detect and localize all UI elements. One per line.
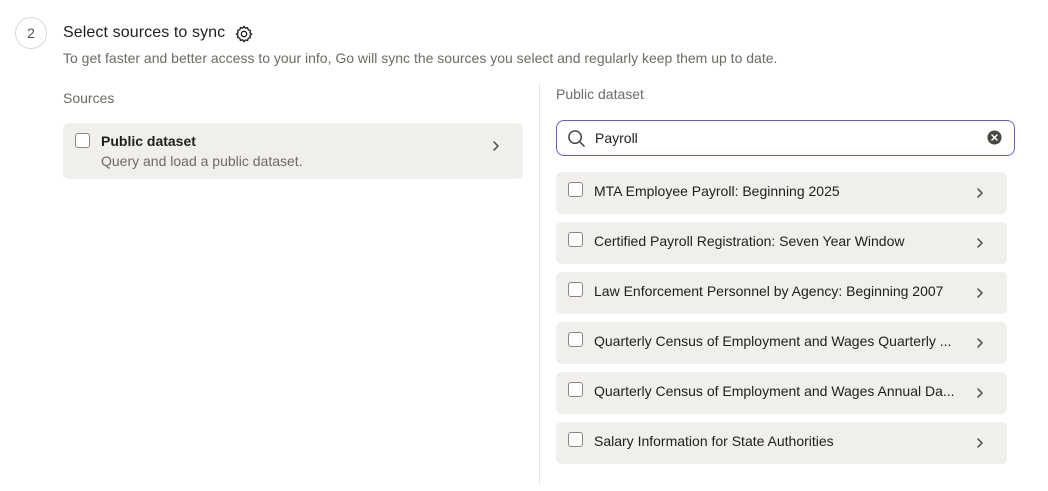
step-description: To get faster and better access to your … [63,50,778,66]
chevron-right-icon[interactable] [975,187,985,199]
chevron-right-icon[interactable] [975,287,985,299]
dataset-panel-label: Public dataset [556,86,644,102]
result-label: Law Enforcement Personnel by Agency: Beg… [594,283,944,299]
result-checkbox[interactable] [568,332,583,347]
source-item-public-dataset[interactable]: Public dataset Query and load a public d… [63,123,523,179]
list-item[interactable]: Law Enforcement Personnel by Agency: Beg… [556,272,1007,314]
sources-label: Sources [63,90,115,106]
chevron-right-icon[interactable] [491,140,501,152]
step-header: Select sources to sync [63,22,254,44]
chevron-right-icon[interactable] [975,237,985,249]
search-icon [567,129,586,153]
list-item[interactable]: MTA Employee Payroll: Beginning 2025 [556,172,1007,214]
step-number: 2 [15,17,47,49]
chevron-right-icon[interactable] [975,337,985,349]
step-title: Select sources to sync [63,24,226,41]
result-label: Salary Information for State Authorities [594,433,834,449]
list-item[interactable]: Certified Payroll Registration: Seven Ye… [556,222,1007,264]
chevron-right-icon[interactable] [975,437,985,449]
source-subtitle: Query and load a public dataset. [101,153,303,169]
source-checkbox[interactable] [75,133,90,148]
gear-icon[interactable] [234,24,254,44]
results-list: MTA Employee Payroll: Beginning 2025 Cer… [556,172,1016,464]
dataset-search [556,120,1015,156]
result-checkbox[interactable] [568,282,583,297]
result-checkbox[interactable] [568,232,583,247]
list-item[interactable]: Quarterly Census of Employment and Wages… [556,322,1007,364]
source-title: Public dataset [101,133,196,149]
search-input[interactable] [595,127,975,149]
list-item[interactable]: Quarterly Census of Employment and Wages… [556,372,1007,414]
result-checkbox[interactable] [568,382,583,397]
result-label: Certified Payroll Registration: Seven Ye… [594,233,905,249]
chevron-right-icon[interactable] [975,387,985,399]
sources-column: Sources Public dataset Query and load a … [63,90,523,179]
result-label: Quarterly Census of Employment and Wages… [594,383,955,399]
result-checkbox[interactable] [568,432,583,447]
clear-icon[interactable] [987,130,1002,150]
dataset-column: Public dataset MTA Employee Payroll: Beg… [556,86,1016,472]
result-label: MTA Employee Payroll: Beginning 2025 [594,183,840,199]
result-checkbox[interactable] [568,182,583,197]
list-item[interactable]: Salary Information for State Authorities [556,422,1007,464]
result-label: Quarterly Census of Employment and Wages… [594,333,952,349]
column-divider [539,84,540,484]
